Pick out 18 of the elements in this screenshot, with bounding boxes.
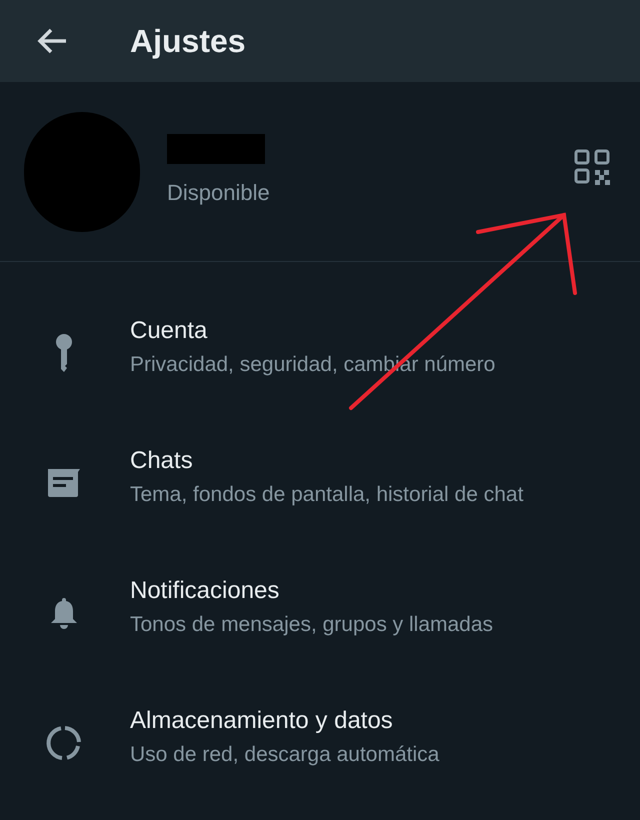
settings-item[interactable]: Chats Tema, fondos de pantalla, historial de chat: [0, 418, 640, 548]
bell-icon: [49, 596, 79, 630]
qr-code-icon: [574, 149, 612, 186]
chat-icon: [45, 468, 83, 498]
item-title: Almacenamiento y datos: [130, 706, 394, 736]
back-arrow-icon: [36, 27, 68, 55]
item-title: Notificaciones: [130, 576, 280, 606]
item-subtitle: Uso de red, descarga automática: [130, 742, 440, 768]
storage-ring-icon: [46, 725, 82, 761]
profile-status: Disponible: [167, 179, 270, 207]
item-subtitle: Tonos de mensajes, grupos y llamadas: [130, 612, 494, 638]
screen-title: Ajustes: [130, 22, 246, 61]
key-icon: [53, 333, 75, 373]
item-title: Cuenta: [130, 316, 208, 346]
settings-item[interactable]: Almacenamiento y datos Uso de red, descarga automática: [0, 678, 640, 808]
item-subtitle: Tema, fondos de pantalla, historial de chat: [130, 482, 524, 508]
item-title: Chats: [130, 446, 194, 476]
settings-item[interactable]: Notificaciones Tonos de mensajes, grupos y llamadas: [0, 548, 640, 678]
